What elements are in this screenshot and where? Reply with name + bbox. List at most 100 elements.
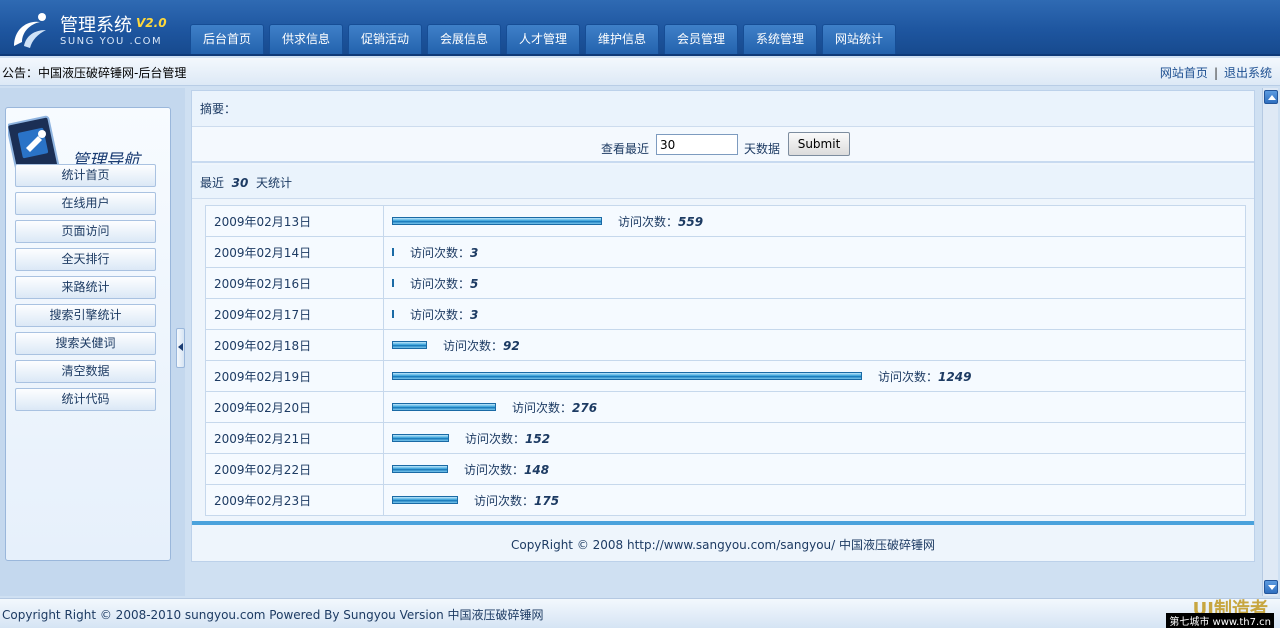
sidebar-item-page-visits[interactable]: 页面访问 bbox=[15, 220, 156, 243]
visit-bar bbox=[392, 217, 602, 225]
footer: Copyright Right © 2008-2010 sungyou.com … bbox=[0, 598, 1280, 628]
period-days: 30 bbox=[231, 176, 249, 190]
visit-count: 148 bbox=[524, 462, 550, 477]
visit-bar bbox=[392, 341, 427, 349]
visit-label-text: 访问次数： bbox=[410, 245, 471, 260]
visit-count-label: 访问次数：3 bbox=[410, 244, 478, 261]
period-row: 最近 30 天统计 bbox=[192, 165, 1254, 199]
row-date: 2009年02月13日 bbox=[205, 205, 384, 237]
visit-count: 1249 bbox=[938, 369, 972, 384]
nav-tab-maintenance[interactable]: 维护信息 bbox=[585, 24, 659, 54]
bar-wrap: 访问次数：5 bbox=[392, 275, 1245, 292]
bar-wrap: 访问次数：3 bbox=[392, 306, 1245, 323]
query-prefix: 查看最近 bbox=[601, 142, 650, 156]
row-bar-cell: 访问次数：276 bbox=[383, 391, 1246, 423]
sidebar-item-online-users[interactable]: 在线用户 bbox=[15, 192, 156, 215]
row-date: 2009年02月14日 bbox=[205, 236, 384, 268]
visit-count-label: 访问次数：1249 bbox=[878, 368, 971, 385]
nav-tab-home[interactable]: 后台首页 bbox=[190, 24, 264, 54]
row-bar-cell: 访问次数：1249 bbox=[383, 360, 1246, 392]
row-bar-cell: 访问次数：152 bbox=[383, 422, 1246, 454]
scroll-up-button[interactable] bbox=[1264, 90, 1278, 104]
row-bar-cell: 访问次数：5 bbox=[383, 267, 1246, 299]
link-separator: | bbox=[1213, 66, 1218, 80]
days-input[interactable] bbox=[656, 134, 738, 155]
nav-tab-system[interactable]: 系统管理 bbox=[743, 24, 817, 54]
bar-wrap: 访问次数：148 bbox=[392, 461, 1245, 478]
visit-bar bbox=[392, 403, 496, 411]
visit-label-text: 访问次数： bbox=[618, 214, 679, 229]
visit-label-text: 访问次数： bbox=[410, 307, 471, 322]
bar-wrap: 访问次数：276 bbox=[392, 399, 1245, 416]
main-panel: 摘要： 查看最近 天数据 Submit 最近 30 天统计 2009年02月13… bbox=[191, 90, 1255, 562]
page-scrollbar[interactable] bbox=[1262, 88, 1278, 596]
stats-table: 2009年02月13日 访问次数：559 2009年02月14日 访问次数：3 2009… bbox=[205, 205, 1246, 516]
notice-links: 网站首页 | 退出系统 bbox=[1160, 64, 1272, 81]
visit-label-text: 访问次数： bbox=[443, 338, 504, 353]
period-prefix: 最近 bbox=[200, 176, 225, 190]
row-date: 2009年02月18日 bbox=[205, 329, 384, 361]
nav-tab-exhibition[interactable]: 会展信息 bbox=[427, 24, 501, 54]
visit-label-text: 访问次数： bbox=[474, 493, 535, 508]
sidebar-item-daily-ranking[interactable]: 全天排行 bbox=[15, 248, 156, 271]
visit-bar bbox=[392, 279, 394, 287]
logout-link[interactable]: 退出系统 bbox=[1224, 66, 1272, 80]
sidebar-item-search-keywords[interactable]: 搜索关健词 bbox=[15, 332, 156, 355]
arrow-up-icon bbox=[1268, 95, 1276, 100]
bar-wrap: 访问次数：152 bbox=[392, 430, 1245, 447]
app-url: SUNG YOU .COM bbox=[60, 36, 163, 47]
sidebar-item-search-engines[interactable]: 搜索引擎统计 bbox=[15, 304, 156, 327]
visit-bar bbox=[392, 248, 394, 256]
nav-tab-statistics[interactable]: 网站统计 bbox=[822, 24, 896, 54]
visit-bar bbox=[392, 372, 862, 380]
visit-count: 5 bbox=[470, 276, 479, 291]
visit-count-label: 访问次数：152 bbox=[465, 430, 550, 447]
query-suffix: 天数据 bbox=[744, 142, 781, 156]
visit-bar bbox=[392, 310, 394, 318]
table-row: 2009年02月16日 访问次数：5 bbox=[205, 267, 1246, 299]
visit-label-text: 访问次数： bbox=[512, 400, 573, 415]
visit-count-label: 访问次数：5 bbox=[410, 275, 478, 292]
nav-tab-promotion[interactable]: 促销活动 bbox=[348, 24, 422, 54]
inner-copyright: CopyRight © 2008 http://www.sangyou.com/… bbox=[510, 538, 936, 552]
notice-text: 公告：中国液压破碎锤网-后台管理 bbox=[2, 66, 187, 80]
footer-copyright: Copyright Right © 2008-2010 sungyou.com … bbox=[2, 608, 544, 622]
bar-wrap: 访问次数：1249 bbox=[392, 368, 1245, 385]
row-bar-cell: 访问次数：175 bbox=[383, 484, 1246, 516]
bar-wrap: 访问次数：175 bbox=[392, 492, 1245, 509]
row-date: 2009年02月23日 bbox=[205, 484, 384, 516]
nav-tab-supply[interactable]: 供求信息 bbox=[269, 24, 343, 54]
nav-tab-talent[interactable]: 人才管理 bbox=[506, 24, 580, 54]
table-row: 2009年02月22日 访问次数：148 bbox=[205, 453, 1246, 485]
visit-count-label: 访问次数：559 bbox=[618, 213, 703, 230]
bar-wrap: 访问次数：92 bbox=[392, 337, 1245, 354]
site-home-link[interactable]: 网站首页 bbox=[1160, 66, 1208, 80]
sidebar-item-clear-data[interactable]: 清空数据 bbox=[15, 360, 156, 383]
submit-button[interactable]: Submit bbox=[788, 132, 850, 156]
table-row: 2009年02月13日 访问次数：559 bbox=[205, 205, 1246, 237]
sidebar-area: 管理导航 统计首页 在线用户 页面访问 全天排行 来路统计 搜索引擎统计 搜索关… bbox=[0, 88, 185, 596]
row-date: 2009年02月16日 bbox=[205, 267, 384, 299]
visit-bar bbox=[392, 496, 458, 504]
logo: 管理系统 V2.0 SUNG YOU .COM bbox=[8, 8, 178, 52]
visit-count-label: 访问次数：148 bbox=[464, 461, 549, 478]
row-bar-cell: 访问次数：559 bbox=[383, 205, 1246, 237]
watermark: UI制造者 第七城市 www.th7.cn bbox=[1154, 595, 1276, 628]
sidebar-item-stats-home[interactable]: 统计首页 bbox=[15, 164, 156, 187]
row-date: 2009年02月21日 bbox=[205, 422, 384, 454]
table-row: 2009年02月19日 访问次数：1249 bbox=[205, 360, 1246, 392]
visit-count: 559 bbox=[678, 214, 704, 229]
visit-count: 152 bbox=[525, 431, 551, 446]
visit-count-label: 访问次数：3 bbox=[410, 306, 478, 323]
visit-count: 92 bbox=[503, 338, 520, 353]
visit-label-text: 访问次数： bbox=[410, 276, 471, 291]
sidebar-item-stats-code[interactable]: 统计代码 bbox=[15, 388, 156, 411]
visit-label-text: 访问次数： bbox=[878, 369, 939, 384]
nav-tab-members[interactable]: 会员管理 bbox=[664, 24, 738, 54]
visit-count: 276 bbox=[572, 400, 598, 415]
divider bbox=[192, 521, 1254, 525]
table-row: 2009年02月17日 访问次数：3 bbox=[205, 298, 1246, 330]
sidebar-item-referrers[interactable]: 来路统计 bbox=[15, 276, 156, 299]
sidebar-collapse-button[interactable] bbox=[176, 328, 185, 368]
scroll-down-button[interactable] bbox=[1264, 580, 1278, 594]
